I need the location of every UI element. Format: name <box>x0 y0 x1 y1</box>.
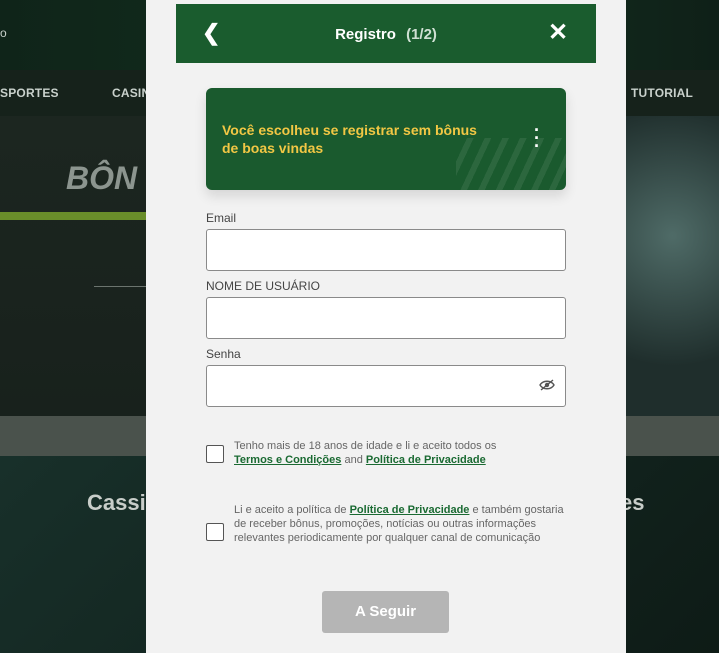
hero-divider <box>94 286 150 287</box>
hero-accent-bar <box>0 212 150 220</box>
background-hero-image <box>626 116 719 416</box>
email-field[interactable] <box>206 229 566 271</box>
terms-and: and <box>344 454 363 466</box>
modal-title-text: Registro <box>335 26 396 43</box>
modal-title: Registro (1/2) <box>176 26 596 43</box>
promo-card-title: Cassi <box>87 490 146 515</box>
username-label: NOME DE USUÁRIO <box>206 279 321 293</box>
banner-text: Você escolheu se registrar sem bônus de … <box>222 122 477 156</box>
hero-title: BÔN <box>66 160 138 196</box>
age-terms-text: Tenho mais de 18 anos de idade e li e ac… <box>234 439 564 467</box>
eye-off-icon[interactable] <box>539 378 555 394</box>
marketing-prefix: Li e aceito a política de <box>234 504 347 516</box>
password-field[interactable] <box>206 365 566 407</box>
marketing-consent-checkbox[interactable] <box>206 523 224 541</box>
modal-header: ❮ Registro (1/2) ✕ <box>176 4 596 63</box>
privacy-policy-link-2[interactable]: Política de Privacidade <box>350 504 470 516</box>
kebab-menu-icon[interactable]: · · · <box>534 121 540 155</box>
terms-link[interactable]: Termos e Condições <box>234 454 341 466</box>
close-icon[interactable]: ✕ <box>548 18 568 47</box>
registration-modal: ❮ Registro (1/2) ✕ Você escolheu se regi… <box>146 0 626 653</box>
age-terms-checkbox[interactable] <box>206 445 224 463</box>
age-terms-prefix: Tenho mais de 18 anos de idade e li e ac… <box>234 440 497 452</box>
bonus-selection-banner: Você escolheu se registrar sem bônus de … <box>206 88 566 190</box>
email-label: Email <box>206 211 237 225</box>
nav-item-sports[interactable]: SPORTES <box>0 86 59 100</box>
next-button[interactable]: A Seguir <box>322 591 449 633</box>
modal-step-indicator: (1/2) <box>406 26 437 43</box>
background-top-text: o <box>0 26 7 40</box>
marketing-consent-text: Li e aceito a política de Política de Pr… <box>234 503 564 545</box>
username-field[interactable] <box>206 297 566 339</box>
privacy-policy-link[interactable]: Política de Privacidade <box>366 454 486 466</box>
nav-item-tutorial[interactable]: TUTORIAL <box>631 86 693 100</box>
password-label: Senha <box>206 347 241 361</box>
nav-item-casino[interactable]: CASIN <box>112 86 150 100</box>
